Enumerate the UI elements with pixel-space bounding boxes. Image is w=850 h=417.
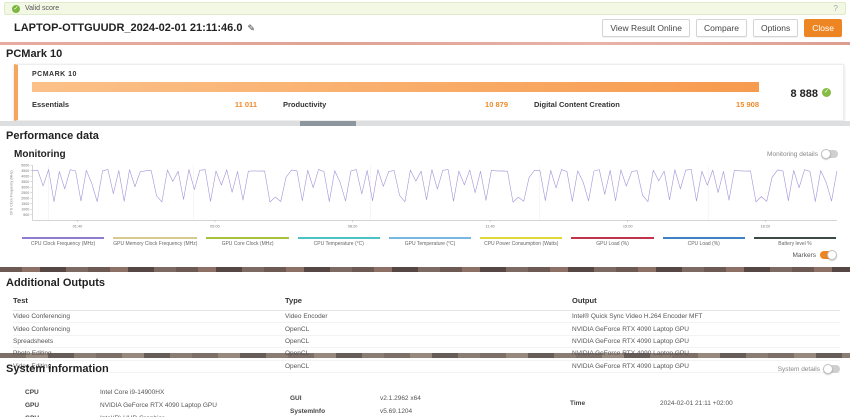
score-valid-check-icon: ✓ [822, 88, 831, 97]
svg-text:2000: 2000 [21, 197, 29, 201]
edit-pencil-icon[interactable]: ✎ [247, 23, 255, 34]
sys-label-gpu: GPU [25, 402, 39, 409]
pcmark-card-label: PCMARK 10 [32, 71, 831, 78]
result-header: LAPTOP-OTTGUUDR_2024-02-01 21:11:46.0 ✎ … [0, 15, 850, 41]
svg-text:1000: 1000 [21, 208, 29, 212]
col-header-type: Type [285, 296, 572, 305]
table-row: Video ConferencingOpenCLNVIDIA GeForce R… [13, 323, 840, 335]
svg-text:3000: 3000 [21, 186, 29, 190]
subscore-value: 11 011 [235, 100, 257, 109]
subscore-label: Productivity [283, 100, 326, 109]
legend-cpu-load[interactable]: CPU Load (%) [663, 237, 745, 247]
sys-label-cpu: CPU [25, 389, 39, 396]
sys-value-cpu: Intel Core i9-14900HX [100, 389, 164, 396]
legend-swatch [663, 237, 745, 239]
pcmark-score-card: PCMARK 10 Essentials 11 011 Productivity… [14, 64, 844, 121]
legend-swatch [571, 237, 653, 239]
legend-swatch [480, 237, 562, 239]
legend-swatch [389, 237, 471, 239]
pcmark-score-bar [32, 82, 759, 92]
valid-check-icon: ✓ [12, 5, 20, 13]
markers-toggle[interactable] [820, 251, 836, 259]
subscore-label: Essentials [32, 100, 69, 109]
pcmark-section-title: PCMark 10 [6, 48, 850, 60]
monitoring-chart[interactable]: 5001000150020002500300035004000450050000… [8, 162, 842, 234]
svg-text:11:40: 11:40 [485, 224, 495, 229]
valid-score-label: Valid score [25, 5, 834, 12]
markers-label: Markers [793, 252, 816, 259]
sys-value-time: 2024-02-01 21:11 +02:00 [660, 400, 733, 407]
subscore-value: 15 908 [736, 100, 759, 109]
system-info-grid: CPU Intel Core i9-14900HX GPU NVIDIA GeF… [0, 375, 850, 417]
additional-outputs-section: Additional Outputs Test Type Output Vide… [0, 272, 850, 353]
legend-gpu-core-clock[interactable]: GPU Core Clock (MHz) [206, 237, 288, 247]
sys-label-systeminfo: SystemInfo [290, 408, 325, 415]
pcmark-main-score: 8 888 [790, 88, 818, 100]
svg-text:2500: 2500 [21, 191, 29, 195]
system-details-toggle[interactable] [824, 365, 840, 373]
svg-text:4000: 4000 [21, 175, 29, 179]
svg-text:1500: 1500 [21, 202, 29, 206]
system-information-title: System information [6, 363, 778, 375]
svg-text:08:20: 08:20 [348, 224, 358, 229]
performance-section: Performance data Monitoring Monitoring d… [0, 126, 850, 267]
legend-gpu-mem-clock[interactable]: GPU Memory Clock Frequency (MHz) [113, 237, 197, 247]
options-button[interactable]: Options [753, 19, 798, 37]
sys-label-gui: GUI [290, 395, 302, 402]
sys-value-gpu: NVIDIA GeForce RTX 4090 Laptop GPU [100, 402, 217, 409]
legend-swatch [113, 237, 197, 239]
sys-label-time: Time [570, 400, 585, 407]
legend-cpu-clock[interactable]: CPU Clock Frequency (MHz) [22, 237, 104, 247]
valid-score-banner: ✓ Valid score ? [4, 2, 846, 15]
subscore-value: 10 879 [485, 100, 508, 109]
legend-swatch [22, 237, 104, 239]
legend-swatch [754, 237, 836, 239]
view-result-online-button[interactable]: View Result Online [602, 19, 690, 37]
svg-text:05:00: 05:00 [210, 224, 220, 229]
monitoring-details-toggle[interactable] [822, 150, 838, 158]
result-title: LAPTOP-OTTGUUDR_2024-02-01 21:11:46.0 [14, 22, 242, 34]
svg-text:18:20: 18:20 [760, 224, 770, 229]
system-details-label: System details [778, 366, 820, 373]
help-icon[interactable]: ? [834, 4, 838, 13]
svg-text:500: 500 [23, 213, 29, 217]
chart-legend: CPU Clock Frequency (MHz) GPU Memory Clo… [22, 237, 836, 247]
svg-text:01:40: 01:40 [73, 224, 83, 229]
legend-gpu-load[interactable]: GPU Load (%) [571, 237, 653, 247]
legend-swatch [298, 237, 380, 239]
additional-outputs-title: Additional Outputs [6, 277, 850, 289]
legend-gpu-temp[interactable]: GPU Temperature (°C) [389, 237, 471, 247]
performance-section-title: Performance data [6, 130, 850, 142]
col-header-test: Test [13, 296, 285, 305]
outputs-table-header: Test Type Output [13, 289, 840, 311]
svg-text:5000: 5000 [21, 163, 29, 167]
col-header-output: Output [572, 296, 840, 305]
monitoring-title: Monitoring [14, 149, 850, 160]
svg-text:15:00: 15:00 [623, 224, 633, 229]
compare-button[interactable]: Compare [696, 19, 747, 37]
legend-cpu-temp[interactable]: CPU Temperature (°C) [298, 237, 380, 247]
legend-cpu-power[interactable]: CPU Power Consumption (Watts) [480, 237, 562, 247]
subscore-essentials: Essentials 11 011 [32, 100, 257, 109]
monitoring-details-label: Monitoring details [767, 151, 818, 158]
table-row: SpreadsheetsOpenCLNVIDIA GeForce RTX 409… [13, 336, 840, 348]
system-information-section: System information System details CPU In… [0, 358, 850, 417]
pcmark-section: PCMark 10 PCMARK 10 Essentials 11 011 Pr… [0, 45, 850, 121]
monitoring-chart-svg: 5001000150020002500300035004000450050000… [8, 162, 842, 234]
subscore-label: Digital Content Creation [534, 100, 620, 109]
svg-text:3500: 3500 [21, 180, 29, 184]
table-row: Video ConferencingVideo EncoderIntel® Qu… [13, 311, 840, 323]
legend-battery-level[interactable]: Battery level % [754, 237, 836, 247]
legend-swatch [206, 237, 288, 239]
subscore-productivity: Productivity 10 879 [283, 100, 508, 109]
svg-text:CPU Clock Frequency (MHz): CPU Clock Frequency (MHz) [10, 170, 14, 215]
sys-value-gui: v2.1.2962 x64 [380, 395, 421, 402]
sys-value-systeminfo: v5.69.1204 [380, 408, 412, 415]
subscore-digital-content-creation: Digital Content Creation 15 908 [534, 100, 759, 109]
svg-text:4500: 4500 [21, 169, 29, 173]
close-button[interactable]: Close [804, 19, 842, 37]
